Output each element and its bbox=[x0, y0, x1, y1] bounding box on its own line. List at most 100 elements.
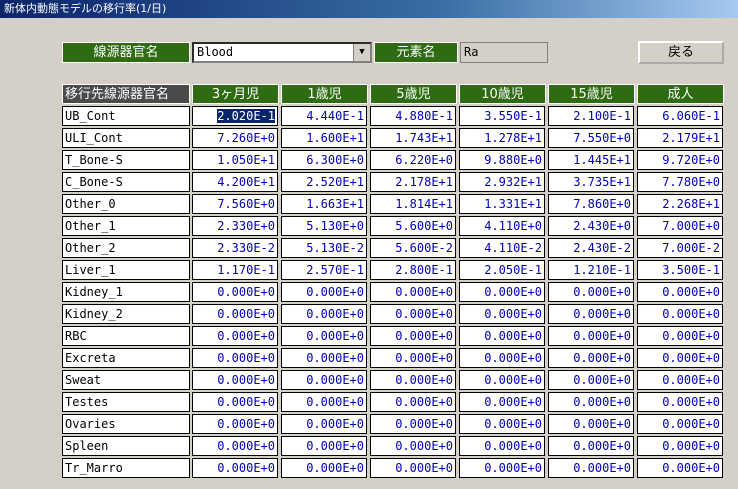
rate-cell[interactable]: 0.000E+0 bbox=[637, 370, 723, 390]
rate-cell[interactable]: 2.800E-1 bbox=[370, 260, 456, 280]
rate-cell[interactable]: 1.743E+1 bbox=[370, 128, 456, 148]
rate-cell[interactable]: 7.560E+0 bbox=[192, 194, 278, 214]
rate-cell[interactable]: 0.000E+0 bbox=[637, 348, 723, 368]
rate-cell[interactable]: 0.000E+0 bbox=[459, 370, 545, 390]
rate-cell[interactable]: 0.000E+0 bbox=[192, 348, 278, 368]
rate-cell[interactable]: 7.000E+0 bbox=[637, 216, 723, 236]
rate-cell[interactable]: 0.000E+0 bbox=[192, 304, 278, 324]
rate-cell[interactable]: 7.260E+0 bbox=[192, 128, 278, 148]
rate-cell[interactable]: 0.000E+0 bbox=[281, 304, 367, 324]
rate-cell[interactable]: 1.170E-1 bbox=[192, 260, 278, 280]
rate-cell[interactable]: 1.600E+1 bbox=[281, 128, 367, 148]
rate-cell[interactable]: 0.000E+0 bbox=[459, 282, 545, 302]
rate-cell[interactable]: 6.300E+0 bbox=[281, 150, 367, 170]
rate-cell[interactable]: 2.520E+1 bbox=[281, 172, 367, 192]
rate-cell[interactable]: 7.780E+0 bbox=[637, 172, 723, 192]
rate-cell[interactable]: 2.330E+0 bbox=[192, 216, 278, 236]
rate-cell[interactable]: 0.000E+0 bbox=[192, 282, 278, 302]
rate-cell[interactable]: 0.000E+0 bbox=[370, 304, 456, 324]
rate-cell[interactable]: 0.000E+0 bbox=[281, 414, 367, 434]
rate-cell[interactable]: 0.000E+0 bbox=[192, 392, 278, 412]
rate-cell[interactable]: 0.000E+0 bbox=[637, 282, 723, 302]
rate-cell[interactable]: 0.000E+0 bbox=[637, 458, 723, 478]
rate-cell[interactable]: 1.445E+1 bbox=[548, 150, 634, 170]
rate-cell[interactable]: 0.000E+0 bbox=[281, 282, 367, 302]
rate-cell[interactable]: 4.110E-2 bbox=[459, 238, 545, 258]
rate-cell[interactable]: 3.735E+1 bbox=[548, 172, 634, 192]
rate-cell[interactable]: 0.000E+0 bbox=[548, 370, 634, 390]
rate-cell[interactable]: 9.720E+0 bbox=[637, 150, 723, 170]
rate-cell[interactable]: 0.000E+0 bbox=[459, 414, 545, 434]
rate-cell[interactable]: 4.110E+0 bbox=[459, 216, 545, 236]
rate-cell[interactable]: 1.050E+1 bbox=[192, 150, 278, 170]
rate-cell[interactable]: 0.000E+0 bbox=[548, 458, 634, 478]
rate-cell[interactable]: 0.000E+0 bbox=[637, 326, 723, 346]
rate-cell[interactable]: 4.880E-1 bbox=[370, 106, 456, 126]
rate-cell[interactable]: 2.179E+1 bbox=[637, 128, 723, 148]
rate-cell[interactable]: 1.278E+1 bbox=[459, 128, 545, 148]
rate-cell[interactable]: 5.130E-2 bbox=[281, 238, 367, 258]
rate-cell[interactable]: 0.000E+0 bbox=[637, 392, 723, 412]
rate-cell[interactable]: 7.000E-2 bbox=[637, 238, 723, 258]
rate-cell[interactable]: 2.570E-1 bbox=[281, 260, 367, 280]
rate-cell[interactable]: 0.000E+0 bbox=[192, 436, 278, 456]
rate-cell[interactable]: 3.550E-1 bbox=[459, 106, 545, 126]
rate-cell[interactable]: 0.000E+0 bbox=[192, 326, 278, 346]
rate-cell[interactable]: 2.330E-2 bbox=[192, 238, 278, 258]
rate-cell[interactable]: 0.000E+0 bbox=[370, 392, 456, 412]
rate-cell[interactable]: 1.210E-1 bbox=[548, 260, 634, 280]
rate-cell[interactable]: 0.000E+0 bbox=[459, 326, 545, 346]
rate-cell[interactable]: 5.130E+0 bbox=[281, 216, 367, 236]
rate-cell[interactable]: 0.000E+0 bbox=[637, 436, 723, 456]
rate-cell[interactable]: 4.200E+1 bbox=[192, 172, 278, 192]
rate-cell[interactable]: 1.814E+1 bbox=[370, 194, 456, 214]
rate-cell[interactable]: 0.000E+0 bbox=[281, 458, 367, 478]
rate-cell[interactable]: 5.600E-2 bbox=[370, 238, 456, 258]
rate-cell[interactable]: 0.000E+0 bbox=[548, 282, 634, 302]
rate-cell[interactable]: 0.000E+0 bbox=[548, 326, 634, 346]
rate-cell[interactable]: 2.100E-1 bbox=[548, 106, 634, 126]
rate-cell[interactable]: 6.060E-1 bbox=[637, 106, 723, 126]
rate-cell[interactable]: 0.000E+0 bbox=[370, 458, 456, 478]
rate-cell[interactable]: 0.000E+0 bbox=[370, 436, 456, 456]
rate-cell[interactable]: 4.440E-1 bbox=[281, 106, 367, 126]
element-field[interactable]: Ra bbox=[460, 42, 548, 63]
rate-cell[interactable]: 0.000E+0 bbox=[548, 414, 634, 434]
rate-cell[interactable]: 0.000E+0 bbox=[192, 370, 278, 390]
rate-cell[interactable]: 2.932E+1 bbox=[459, 172, 545, 192]
rate-cell[interactable]: 0.000E+0 bbox=[192, 458, 278, 478]
rate-cell[interactable]: 0.000E+0 bbox=[192, 414, 278, 434]
rate-cell[interactable]: 0.000E+0 bbox=[281, 392, 367, 412]
rate-cell[interactable]: 0.000E+0 bbox=[459, 458, 545, 478]
rate-cell[interactable]: 2.020E-1 bbox=[192, 106, 278, 126]
rate-cell[interactable]: 0.000E+0 bbox=[281, 436, 367, 456]
rate-cell[interactable]: 0.000E+0 bbox=[459, 436, 545, 456]
rate-cell[interactable]: 0.000E+0 bbox=[370, 282, 456, 302]
rate-cell[interactable]: 0.000E+0 bbox=[370, 348, 456, 368]
chevron-down-icon[interactable]: ▼ bbox=[353, 44, 370, 61]
rate-cell[interactable]: 5.600E+0 bbox=[370, 216, 456, 236]
rate-cell[interactable]: 0.000E+0 bbox=[281, 326, 367, 346]
rate-cell[interactable]: 1.663E+1 bbox=[281, 194, 367, 214]
rate-cell[interactable]: 0.000E+0 bbox=[281, 370, 367, 390]
rate-cell[interactable]: 7.860E+0 bbox=[548, 194, 634, 214]
rate-cell[interactable]: 3.500E-1 bbox=[637, 260, 723, 280]
rate-cell[interactable]: 6.220E+0 bbox=[370, 150, 456, 170]
rate-cell[interactable]: 2.268E+1 bbox=[637, 194, 723, 214]
rate-cell[interactable]: 7.550E+0 bbox=[548, 128, 634, 148]
rate-cell[interactable]: 0.000E+0 bbox=[548, 436, 634, 456]
rate-cell[interactable]: 1.331E+1 bbox=[459, 194, 545, 214]
source-organ-select[interactable]: Blood ▼ bbox=[192, 42, 372, 63]
rate-cell[interactable]: 2.430E+0 bbox=[548, 216, 634, 236]
rate-cell[interactable]: 0.000E+0 bbox=[548, 304, 634, 324]
rate-cell[interactable]: 0.000E+0 bbox=[281, 348, 367, 368]
rate-cell[interactable]: 2.430E-2 bbox=[548, 238, 634, 258]
rate-cell[interactable]: 0.000E+0 bbox=[370, 370, 456, 390]
rate-cell[interactable]: 0.000E+0 bbox=[548, 348, 634, 368]
rate-cell[interactable]: 0.000E+0 bbox=[548, 392, 634, 412]
rate-cell[interactable]: 0.000E+0 bbox=[459, 348, 545, 368]
rate-cell[interactable]: 0.000E+0 bbox=[370, 326, 456, 346]
rate-cell[interactable]: 0.000E+0 bbox=[637, 414, 723, 434]
back-button[interactable]: 戻る bbox=[638, 41, 724, 64]
rate-cell[interactable]: 0.000E+0 bbox=[637, 304, 723, 324]
